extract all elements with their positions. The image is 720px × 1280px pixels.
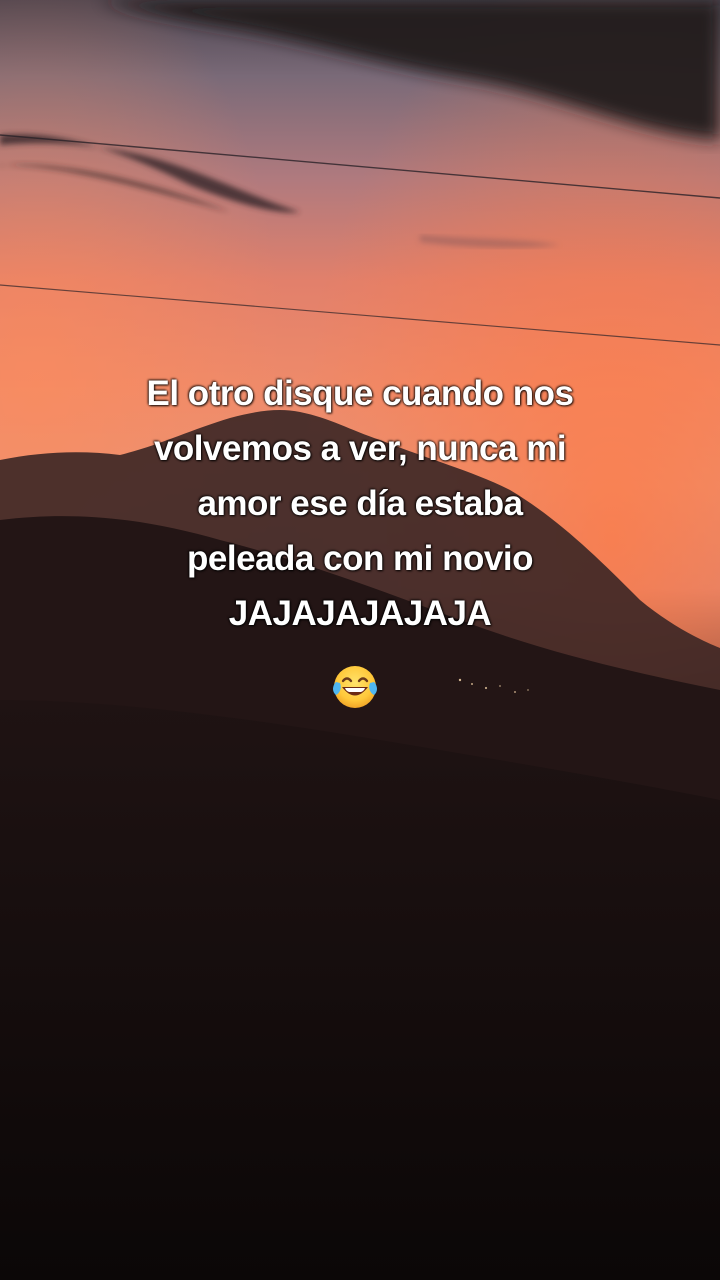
caption-line: volvemos a ver, nunca mi (153, 429, 567, 468)
video-frame: El otro disque cuando nos volvemos a ver… (0, 0, 720, 1280)
overlay-caption: El otro disque cuando nos volvemos a ver… (60, 366, 660, 641)
caption-line: amor ese día estaba (197, 484, 523, 523)
caption-line: El otro disque cuando nos (146, 374, 574, 413)
caption-line: peleada con mi novio (187, 539, 533, 578)
caption-line: JAJAJAJAJAJA (228, 594, 492, 633)
face-with-tears-of-joy-icon (330, 662, 380, 712)
